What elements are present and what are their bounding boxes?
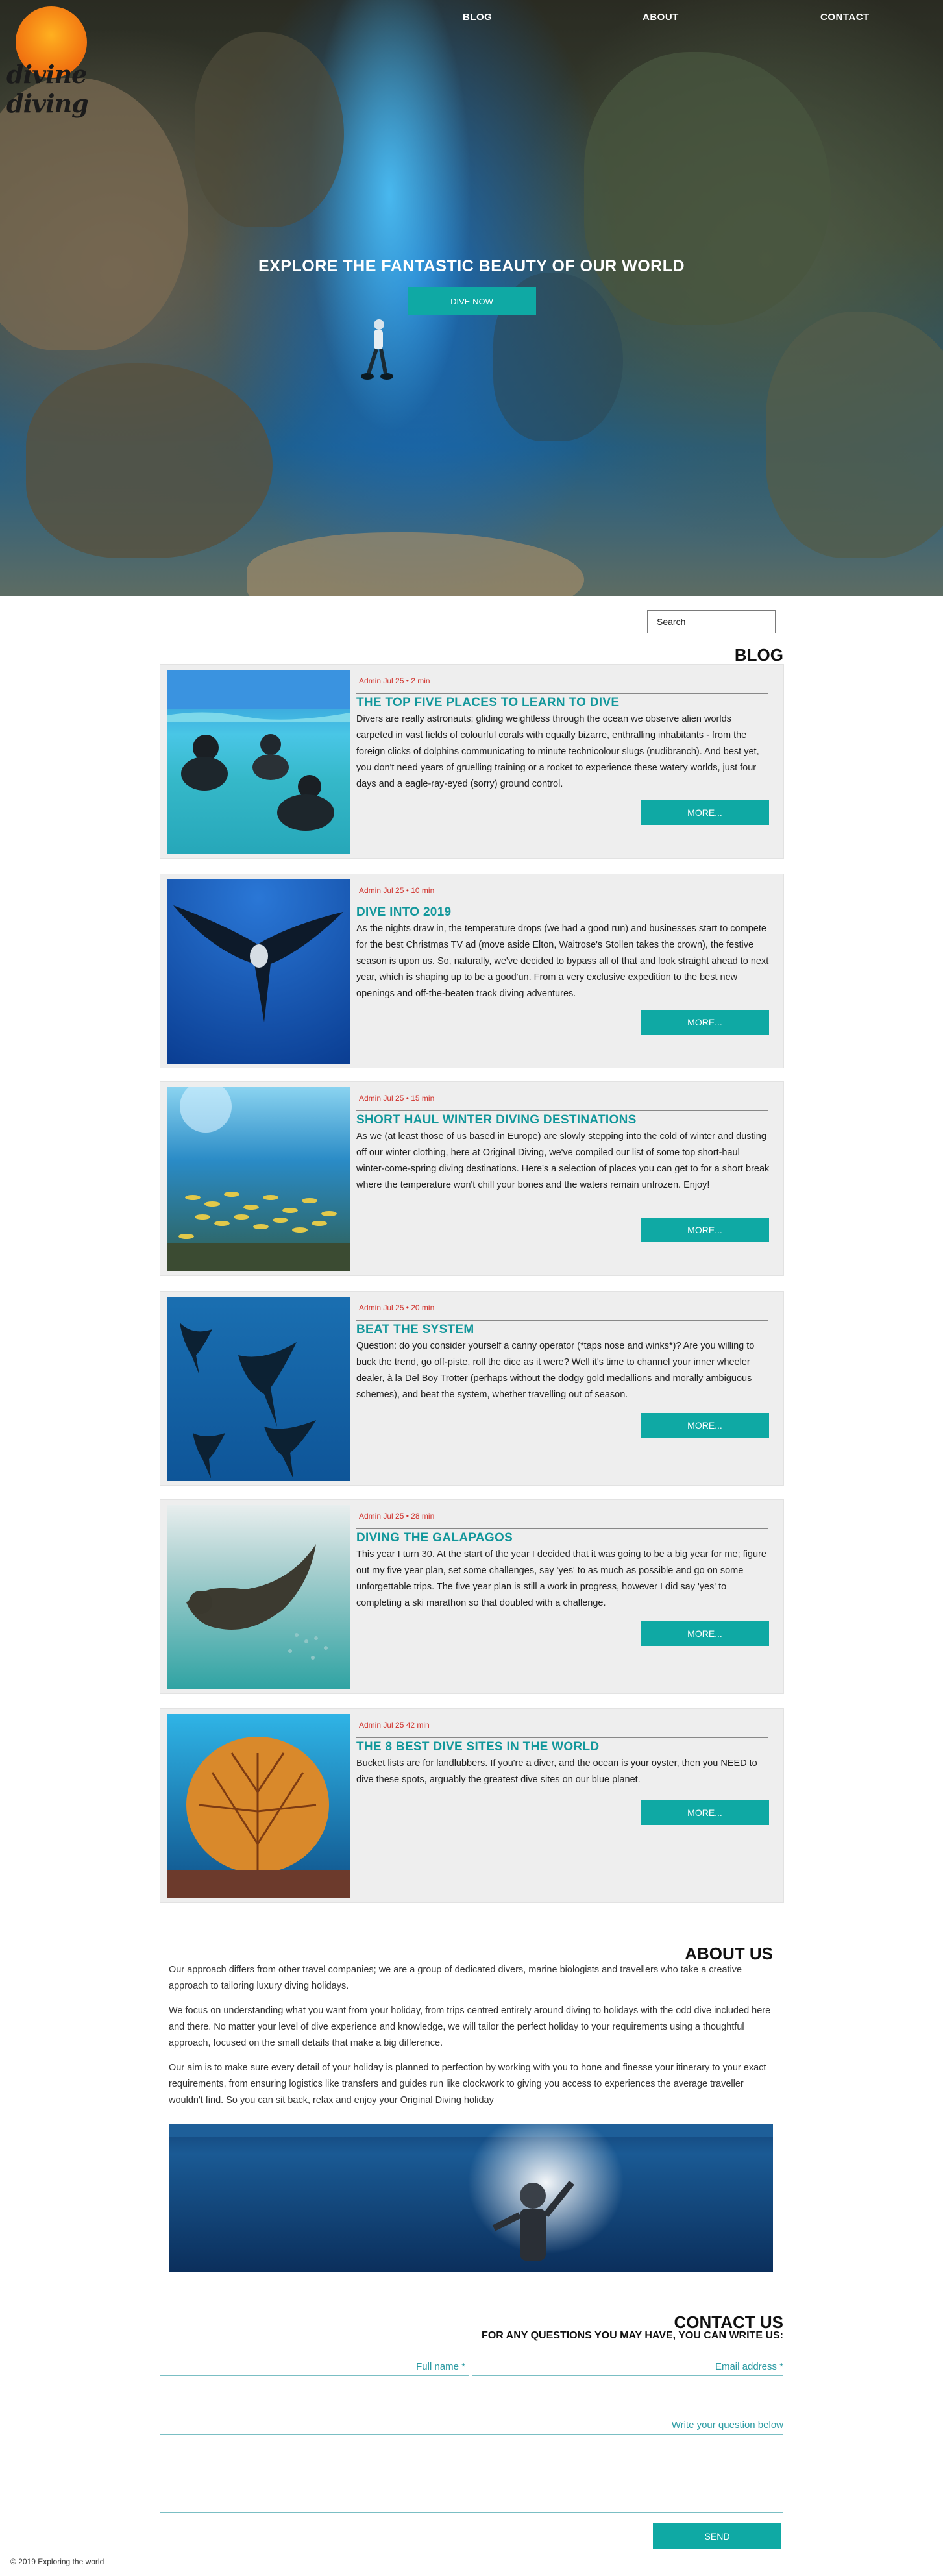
post-title[interactable]: DIVE INTO 2019 [356,905,451,920]
post-image-fish-school[interactable] [167,1087,350,1271]
nav-about[interactable]: ABOUT [643,12,679,23]
hero-banner: divine diving BLOG ABOUT CONTACT EXPLORE… [0,0,943,596]
full-name-field[interactable] [160,2375,469,2405]
post-divider [356,1737,768,1738]
more-button[interactable]: MORE... [641,1621,769,1646]
send-button[interactable]: SEND [653,2523,781,2549]
post-title[interactable]: THE TOP FIVE PLACES TO LEARN TO DIVE [356,696,619,710]
post-excerpt: This year I turn 30. At the start of the… [356,1549,766,1608]
search-input[interactable] [647,610,776,633]
diver-image [361,319,393,380]
post-meta: Admin Jul 25 • 20 min [359,1303,435,1312]
post-image-manta[interactable] [167,879,350,1064]
about-image-diver [169,2124,773,2272]
more-button[interactable]: MORE... [641,1010,769,1035]
more-button[interactable]: MORE... [641,1218,769,1242]
post-image-divers[interactable] [167,670,350,854]
about-paragraph-2: We focus on understanding what you want … [169,2006,771,2048]
post-title[interactable]: THE 8 BEST DIVE SITES IN THE WORLD [356,1740,599,1754]
blog-post-2: Admin Jul 25 • 10 min DIVE INTO 2019 As … [160,874,784,1068]
dive-now-button[interactable]: DIVE NOW [408,287,536,315]
email-field[interactable] [472,2375,783,2405]
about-paragraph-1: Our approach differs from other travel c… [169,1965,742,1991]
blog-post-5: Admin Jul 25 • 28 min DIVING THE GALAPAG… [160,1499,784,1694]
post-meta: Admin Jul 25 • 10 min [359,886,435,895]
blog-title: BLOG [734,645,783,665]
nav-blog[interactable]: BLOG [463,12,492,23]
post-divider [356,1528,768,1529]
post-meta: Admin Jul 25 • 2 min [359,676,430,685]
post-meta: Admin Jul 25 42 min [359,1721,430,1730]
email-label: Email address * [715,2361,783,2372]
main-nav: BLOG ABOUT CONTACT [0,12,943,27]
post-divider [356,1320,768,1321]
post-title[interactable]: DIVING THE GALAPAGOS [356,1531,513,1545]
blog-post-1: Admin Jul 25 • 2 min THE TOP FIVE PLACES… [160,664,784,859]
post-meta: Admin Jul 25 • 15 min [359,1094,435,1103]
post-image-mantas[interactable] [167,1297,350,1481]
post-excerpt: Divers are really astronauts; gliding we… [356,714,759,789]
more-button[interactable]: MORE... [641,800,769,825]
question-textarea[interactable] [160,2434,783,2513]
question-label: Write your question below [671,2420,783,2431]
post-meta: Admin Jul 25 • 28 min [359,1512,435,1521]
post-excerpt: Question: do you consider yourself a can… [356,1341,755,1400]
nav-contact[interactable]: CONTACT [820,12,870,23]
post-divider [356,693,768,694]
post-image-sealion[interactable] [167,1505,350,1689]
post-excerpt: As the nights draw in, the temperature d… [356,924,769,999]
full-name-label: Full name * [416,2361,465,2372]
more-button[interactable]: MORE... [641,1800,769,1825]
about-title: ABOUT US [685,1944,773,1963]
logo-text: divine diving [6,60,89,118]
footer-copyright: © 2019 Exploring the world [10,2557,104,2566]
post-excerpt: As we (at least those of us based in Eur… [356,1131,770,1190]
post-title[interactable]: SHORT HAUL WINTER DIVING DESTINATIONS [356,1113,637,1127]
post-excerpt: Bucket lists are for landlubbers. If you… [356,1758,757,1785]
more-button[interactable]: MORE... [641,1413,769,1438]
blog-post-4: Admin Jul 25 • 20 min BEAT THE SYSTEM Qu… [160,1291,784,1486]
post-title[interactable]: BEAT THE SYSTEM [356,1323,474,1337]
contact-subtitle: FOR ANY QUESTIONS YOU MAY HAVE, YOU CAN … [482,2330,783,2341]
about-paragraph-3: Our aim is to make sure every detail of … [169,2063,766,2105]
post-image-sea-fan[interactable] [167,1714,350,1898]
blog-post-6: Admin Jul 25 42 min THE 8 BEST DIVE SITE… [160,1708,784,1903]
blog-post-3: Admin Jul 25 • 15 min SHORT HAUL WINTER … [160,1081,784,1276]
hero-title: EXPLORE THE FANTASTIC BEAUTY OF OUR WORL… [258,257,685,275]
post-divider [356,1110,768,1111]
